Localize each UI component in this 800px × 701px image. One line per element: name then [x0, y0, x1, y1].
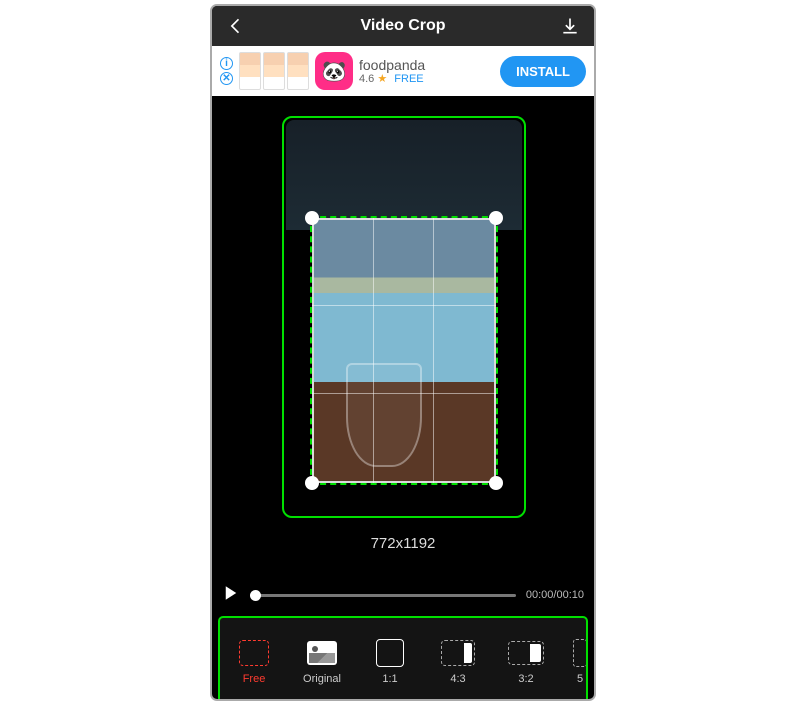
star-icon: ★: [377, 73, 387, 85]
ad-app-icon: 🐼: [315, 52, 353, 90]
crop-handle-tl[interactable]: [305, 211, 319, 225]
aspect-original[interactable]: Original: [290, 637, 354, 685]
install-button[interactable]: INSTALL: [500, 56, 586, 87]
aspect-label: 4:3: [450, 673, 465, 685]
back-button[interactable]: [224, 14, 248, 38]
aspect-4-3[interactable]: 4:3: [426, 637, 490, 685]
aspect-label: 5: [577, 673, 583, 685]
ad-choices-icon[interactable]: i✕: [220, 57, 233, 85]
header-bar: Video Crop: [212, 6, 594, 46]
ad-text: foodpanda 4.6 ★ FREE: [359, 57, 494, 86]
chevron-left-icon: [226, 16, 246, 36]
image-icon: [307, 641, 337, 665]
ad-price: FREE: [394, 73, 423, 85]
aspect-label: Free: [243, 673, 266, 685]
crop-handle-br[interactable]: [489, 476, 503, 490]
crop-handle-tr[interactable]: [489, 211, 503, 225]
crop-frame: [312, 218, 496, 483]
player-bar: 00:00/00:10: [212, 576, 594, 614]
crop-dimensions: 772x1192: [212, 535, 594, 552]
aspect-3-2[interactable]: 3:2: [494, 637, 558, 685]
aspect-1-1[interactable]: 1:1: [358, 637, 422, 685]
ad-banner[interactable]: i✕ 🐼 foodpanda 4.6 ★ FREE INSTALL: [212, 46, 594, 96]
aspect-label: Original: [303, 673, 341, 685]
aspect-label: 1:1: [382, 673, 397, 685]
time-label: 00:00/00:10: [526, 589, 584, 601]
crop-handle-bl[interactable]: [305, 476, 319, 490]
crop-box[interactable]: [310, 216, 498, 485]
aspect-5[interactable]: 5: [562, 637, 588, 685]
page-title: Video Crop: [360, 17, 445, 35]
export-button[interactable]: [558, 14, 582, 38]
timeline-track[interactable]: [250, 594, 516, 597]
aspect-ratio-bar[interactable]: Free Original 1:1 4:3 3:2 5: [218, 616, 588, 701]
aspect-free[interactable]: Free: [222, 637, 286, 685]
play-icon: [222, 584, 240, 602]
download-icon: [560, 16, 580, 36]
ad-app-name: foodpanda: [359, 57, 494, 73]
app-window: Video Crop i✕ 🐼 foodpanda 4.6 ★ FREE: [210, 4, 596, 701]
play-button[interactable]: [222, 584, 240, 607]
aspect-label: 3:2: [518, 673, 533, 685]
ad-thumbnails: [239, 52, 309, 90]
video-canvas[interactable]: 772x1192: [212, 96, 594, 576]
ad-rating: 4.6: [359, 73, 374, 85]
